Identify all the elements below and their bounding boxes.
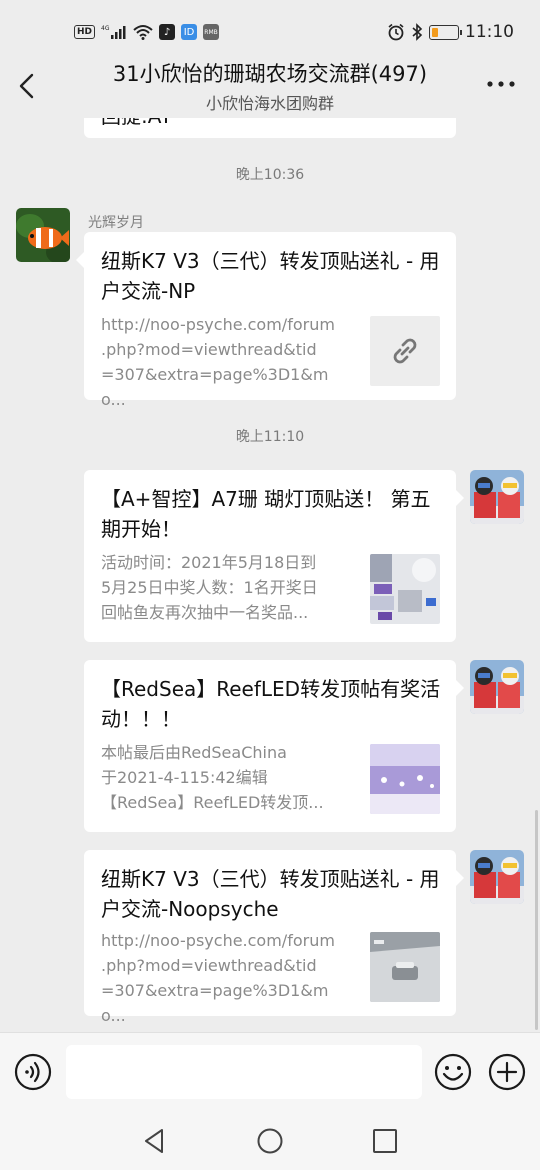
timestamp: 晚上11:10 [235, 429, 305, 445]
emoji-icon [434, 1053, 472, 1091]
page-subtitle: 小欣怡海水团购群 [205, 94, 334, 113]
cellular-signal-icon: 4G [101, 24, 127, 40]
wifi-icon [133, 24, 153, 40]
desc-line: http://noo-psyche.com/forum [101, 931, 335, 950]
link-thumbnail [370, 316, 440, 386]
more-dots-icon [487, 81, 515, 87]
triangle-back-icon [145, 1129, 163, 1153]
emoji-button[interactable] [434, 1053, 472, 1091]
desc-line: =307&extra=page%3D1&mo... [101, 981, 329, 1025]
article-thumbnail [370, 744, 440, 814]
avatar[interactable] [16, 208, 70, 262]
battery-fill [432, 27, 438, 37]
plus-icon [488, 1053, 526, 1091]
page-title: 31小欣怡的珊瑚农场交流群(497) [112, 62, 428, 86]
status-right: 11:10 [387, 22, 514, 42]
link-message-card[interactable]: 【A+智控】A7珊 瑚灯顶贴送！ 第五期开始！ 活动时间：2021年5月18日到… [84, 470, 464, 642]
link-card-title: 纽斯K7 V3（三代）转发顶贴送礼 - 用户交流-Noopsyche [101, 867, 440, 921]
timestamp: 晚上10:36 [235, 167, 305, 183]
desc-line: =307&extra=page%3D1&mo... [101, 365, 329, 409]
desc-line: 回帖鱼友再次抽中一名奖品... [101, 603, 309, 622]
avatar[interactable] [470, 470, 524, 524]
link-card-title: 【A+智控】A7珊 瑚灯顶贴送！ 第五期开始！ [101, 487, 431, 541]
message-input-bar [0, 1032, 540, 1110]
system-recents-button[interactable] [370, 1126, 400, 1156]
link-card-title: 纽斯K7 V3（三代）转发顶贴送礼 - 用户交流-NP [101, 249, 440, 303]
desc-line: .php?mod=viewthread&tid [101, 340, 317, 359]
battery-icon [429, 24, 462, 40]
system-back-button[interactable] [140, 1126, 170, 1156]
scrollbar[interactable] [535, 810, 538, 1030]
status-time: 11:10 [465, 22, 514, 42]
desc-line: 于2021-4-115:42编辑 [101, 768, 268, 787]
link-message-card[interactable]: 纽斯K7 V3（三代）转发顶贴送礼 - 用户交流-Noopsyche http:… [84, 850, 464, 1025]
clownfish-avatar-icon [16, 208, 70, 262]
link-icon [393, 338, 417, 364]
desc-line: 本帖最后由RedSeaChina [101, 743, 287, 762]
desc-line: http://noo-psyche.com/forum [101, 315, 335, 334]
article-thumbnail [370, 554, 440, 624]
user-avatar-icon [470, 850, 524, 904]
link-card-title: 【RedSea】ReefLED转发顶帖有奖活动！！！ [101, 677, 441, 731]
hd-badge: HD [74, 25, 96, 39]
circle-home-icon [257, 1128, 283, 1154]
partial-message-text: 回提:AT [101, 118, 172, 129]
desc-line: .php?mod=viewthread&tid [101, 956, 317, 975]
link-message-card[interactable]: 纽斯K7 V3（三代）转发顶贴送礼 - 用户交流-NP http://noo-p… [76, 232, 456, 409]
desc-line: 活动时间：2021年5月18日到 [101, 553, 317, 572]
link-card-description: 本帖最后由RedSeaChina 于2021-4-115:42编辑 【RedSe… [101, 740, 353, 815]
system-home-button[interactable] [255, 1126, 285, 1156]
link-card-description: 活动时间：2021年5月18日到 5月25日中奖人数：1名开奖日 回帖鱼友再次抽… [101, 550, 353, 625]
chat-messages[interactable]: 回提:AT 晚上10:36 光辉岁月 纽斯K7 V3（三代）转发顶贴送礼 - 用… [0, 118, 540, 1032]
link-card-description: http://noo-psyche.com/forum .php?mod=vie… [101, 928, 353, 1028]
desc-line: 5月25日中奖人数：1名开奖日 [101, 578, 318, 597]
sender-name: 光辉岁月 [88, 215, 144, 231]
link-card-description: http://noo-psyche.com/forum .php?mod=vie… [101, 312, 353, 412]
system-navigation-bar [0, 1110, 540, 1170]
link-message-card[interactable]: 【RedSea】ReefLED转发顶帖有奖活动！！！ 本帖最后由RedSeaCh… [84, 660, 464, 832]
user-avatar-icon [470, 470, 524, 524]
voice-button[interactable] [14, 1053, 52, 1091]
app-notification-icon-2: RMB [203, 24, 220, 40]
partial-message[interactable]: 回提:AT [84, 118, 456, 138]
more-button[interactable] [484, 74, 518, 94]
user-avatar-icon [470, 660, 524, 714]
chat-header: 31小欣怡的珊瑚农场交流群(497) 小欣怡海水团购群 [0, 52, 540, 118]
tiktok-icon: ♪ [159, 24, 176, 40]
avatar[interactable] [470, 660, 524, 714]
svg-text:4G: 4G [101, 25, 110, 32]
square-recents-icon [373, 1129, 397, 1153]
voice-icon [14, 1053, 52, 1091]
message-input[interactable] [66, 1045, 422, 1099]
bluetooth-icon [411, 23, 423, 41]
article-thumbnail [370, 932, 440, 1002]
desc-line: 【RedSea】ReefLED转发顶... [101, 793, 324, 812]
alarm-icon [387, 23, 405, 41]
app-notification-icon: ID [181, 24, 198, 40]
plus-button[interactable] [488, 1053, 526, 1091]
status-left: HD 4G ♪ ID RMB [74, 24, 220, 40]
avatar[interactable] [470, 850, 524, 904]
